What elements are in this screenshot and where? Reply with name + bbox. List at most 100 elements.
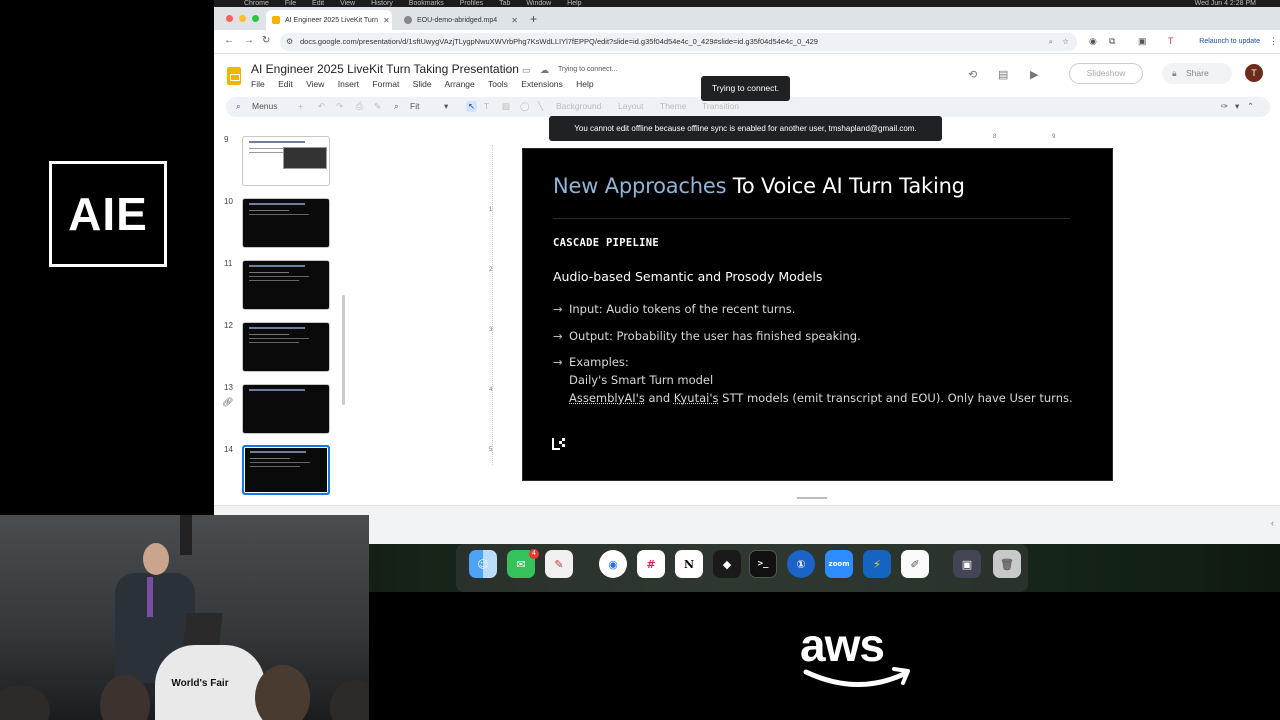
layout-button[interactable]: Layout (618, 101, 644, 111)
undo-icon[interactable]: ↶ (318, 101, 325, 112)
finder-icon[interactable]: ☺ (469, 550, 497, 578)
menu-extensions[interactable]: Extensions (521, 79, 563, 89)
relaunch-button[interactable]: Relaunch to update (1195, 34, 1264, 50)
menubar-item-history[interactable]: History (371, 0, 393, 7)
example-daily[interactable]: Daily's Smart Turn model (569, 373, 713, 387)
menubar-item-chrome[interactable]: Chrome (244, 0, 269, 7)
share-button[interactable]: 🔒︎ Share (1162, 63, 1232, 84)
print-icon[interactable]: ⎙ (356, 101, 363, 112)
slide-thumbnail-14[interactable] (242, 445, 330, 495)
slide-canvas[interactable]: New Approaches To Voice AI Turn Taking C… (522, 148, 1113, 481)
new-tab-icon[interactable]: + (530, 12, 537, 26)
slide-thumbnail-9[interactable] (242, 136, 330, 186)
menu-file[interactable]: File (251, 79, 265, 89)
section-label[interactable]: CASCADE PIPELINE (553, 237, 659, 249)
reload-icon[interactable]: ↻ (262, 35, 270, 46)
menubar-item-tab[interactable]: Tab (499, 0, 510, 7)
search-menus-label[interactable]: Menus (252, 101, 278, 111)
speaker-notes-handle[interactable] (797, 497, 827, 499)
bullet-examples[interactable]: → Examples: (553, 355, 629, 369)
slide-thumbnail-13[interactable] (242, 384, 330, 434)
paint-format-icon[interactable]: ✎ (374, 101, 381, 112)
tab-slides[interactable]: AI Engineer 2025 LiveKit Turn ✕ (266, 10, 392, 30)
zoom-icon[interactable]: ⌕ (1049, 33, 1053, 51)
menubar-item-window[interactable]: Window (526, 0, 551, 7)
menubar-item-profiles[interactable]: Profiles (460, 0, 483, 7)
line-icon[interactable]: ╲ (538, 101, 543, 112)
tab-video[interactable]: EOU-demo-abridged.mp4 ✕ (398, 10, 524, 30)
forward-icon[interactable]: → (244, 35, 254, 46)
slide-subtitle[interactable]: Audio-based Semantic and Prosody Models (553, 269, 822, 284)
chrome-icon[interactable]: ◉ (599, 550, 627, 578)
select-cursor-icon[interactable]: ↖ (466, 101, 478, 112)
menubar-item-edit[interactable]: Edit (312, 0, 324, 7)
slide-thumbnail-10[interactable] (242, 198, 330, 248)
close-tab-icon[interactable]: ✕ (511, 16, 518, 25)
menubar-item-help[interactable]: Help (567, 0, 581, 7)
chevron-down-icon[interactable]: ▾ (1235, 101, 1239, 112)
background-button[interactable]: Background (556, 101, 601, 111)
example-stt[interactable]: AssemblyAI's and Kyutai's STT models (em… (569, 391, 1073, 405)
tab-search-icon[interactable]: ▣ (1138, 36, 1147, 47)
avatar[interactable]: T (1245, 64, 1263, 82)
menu-format[interactable]: Format (372, 79, 399, 89)
menu-arrange[interactable]: Arrange (445, 79, 475, 89)
bookmark-star-icon[interactable]: ☆ (1062, 33, 1069, 51)
slides-logo-icon[interactable] (227, 67, 241, 85)
speaker-notes-area[interactable]: ‹ (214, 505, 1280, 544)
chrome-menu-icon[interactable]: ⋮ (1269, 36, 1278, 47)
menu-slide[interactable]: Slide (413, 79, 432, 89)
kyutai-link[interactable]: Kyutai's (674, 391, 719, 405)
extensions-puzzle-icon[interactable]: ⧉ (1109, 36, 1115, 47)
text-box-icon[interactable]: T (484, 101, 489, 111)
meet-camera-icon[interactable]: ▶ (1030, 68, 1038, 81)
menubar-item-bookmarks[interactable]: Bookmarks (409, 0, 444, 7)
version-history-icon[interactable]: ⟲ (968, 68, 977, 81)
slideshow-button[interactable]: Slideshow (1069, 63, 1143, 84)
terminal-icon[interactable]: >_ (749, 550, 777, 578)
slide-thumbnail-12[interactable] (242, 322, 330, 372)
collapse-panel-icon[interactable]: ‹ (1271, 518, 1274, 528)
zoom-app-icon[interactable]: zoom (825, 550, 853, 578)
bullet-output[interactable]: → Output: Probability the user has finish… (553, 329, 861, 343)
address-bar[interactable]: ⚙ docs.google.com/presentation/d/1sftUwy… (280, 33, 1077, 51)
slide-title[interactable]: New Approaches To Voice AI Turn Taking (553, 174, 965, 198)
star-icon[interactable]: ☆ (504, 65, 512, 76)
menubar-clock[interactable]: Wed Jun 4 2:28 PM (1195, 0, 1256, 7)
shape-icon[interactable]: ◯ (520, 101, 530, 112)
comments-icon[interactable]: ▤ (998, 68, 1008, 81)
new-slide-icon[interactable]: + (298, 101, 303, 111)
menu-view[interactable]: View (306, 79, 324, 89)
slide-thumbnail-11[interactable] (242, 260, 330, 310)
maximize-window-button[interactable] (252, 15, 259, 22)
textedit-icon[interactable]: ✐ (901, 550, 929, 578)
notion-icon[interactable]: N (675, 550, 703, 578)
1password-icon[interactable]: ① (787, 550, 815, 578)
menu-help[interactable]: Help (576, 79, 593, 89)
search-menus-icon[interactable]: ⌕ (236, 101, 241, 112)
bullet-input[interactable]: → Input: Audio tokens of the recent turns… (553, 302, 795, 316)
redo-icon[interactable]: ↷ (336, 101, 343, 112)
zoom-select[interactable]: Fit (410, 101, 419, 111)
preview-icon[interactable]: ▣ (953, 550, 981, 578)
move-folder-icon[interactable]: ▭ (522, 65, 531, 76)
close-window-button[interactable] (226, 15, 233, 22)
assemblyai-link[interactable]: AssemblyAI's (569, 391, 645, 405)
chevron-down-icon[interactable]: ▾ (444, 101, 448, 112)
bolt-icon[interactable]: ⚡ (863, 550, 891, 578)
menubar-item-view[interactable]: View (340, 0, 355, 7)
theme-button[interactable]: Theme (660, 101, 686, 111)
zoom-icon[interactable]: ⌕ (394, 101, 399, 112)
back-icon[interactable]: ← (224, 35, 234, 46)
notes-icon[interactable]: ✎ (545, 550, 573, 578)
transition-button[interactable]: Transition (702, 101, 739, 111)
document-title[interactable]: AI Engineer 2025 LiveKit Turn Taking Pre… (251, 62, 519, 76)
menu-edit[interactable]: Edit (278, 79, 293, 89)
site-info-icon[interactable]: ⚙ (286, 33, 293, 51)
close-tab-icon[interactable]: ✕ (383, 16, 390, 25)
menubar-item-file[interactable]: File (285, 0, 296, 7)
pen-icon[interactable]: ✑ (1221, 101, 1228, 112)
slack-icon[interactable]: # (637, 550, 665, 578)
cursor-app-icon[interactable]: ◆ (713, 550, 741, 578)
trash-icon[interactable]: 🗑︎ (993, 550, 1021, 578)
